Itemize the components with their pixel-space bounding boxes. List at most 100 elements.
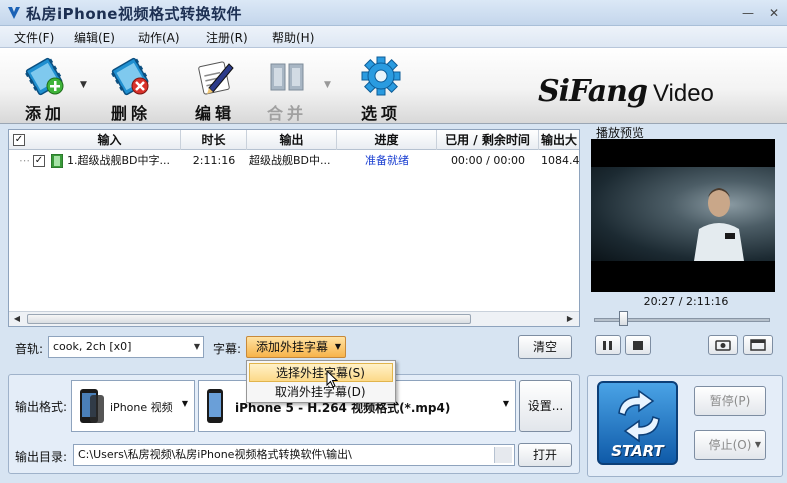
- iphone5-icon: [207, 389, 223, 423]
- scroll-thumb[interactable]: [27, 314, 471, 324]
- col-progress[interactable]: 进度: [337, 130, 437, 150]
- row-checkbox[interactable]: ✓: [33, 155, 45, 167]
- toolbar: 添加 ▼ 删除 编辑 合并 ▼ 选项 SiFang Video: [0, 48, 787, 124]
- minimize-button[interactable]: —: [741, 6, 755, 20]
- video-preview: [591, 139, 775, 292]
- row-input-name: 1.超级战舰BD中字...: [67, 154, 171, 167]
- stop-button[interactable]: 停止(O) ▼: [694, 430, 766, 460]
- pause-icon: [603, 341, 612, 350]
- chevron-down-icon: ▼: [181, 399, 188, 408]
- start-label: START: [611, 442, 664, 460]
- menu-edit[interactable]: 编辑(E): [74, 29, 115, 46]
- add-label: 添加: [24, 104, 65, 123]
- chevron-down-icon: ▼: [193, 342, 200, 351]
- close-button[interactable]: ✕: [767, 6, 781, 20]
- menu-register[interactable]: 注册(R): [206, 29, 248, 46]
- stop-preview-button[interactable]: [625, 335, 651, 355]
- header-select-all[interactable]: ✓: [9, 130, 39, 150]
- row-time: 00:00 / 00:00: [450, 154, 526, 167]
- mouse-cursor-icon: [326, 370, 338, 388]
- menu-file[interactable]: 文件(F): [14, 29, 54, 46]
- window-title: 私房iPhone视频格式转换软件: [26, 5, 242, 23]
- snapshot-button[interactable]: [708, 335, 738, 355]
- add-subtitle-label: 添加外挂字幕: [256, 340, 329, 354]
- horizontal-scrollbar[interactable]: ◀ ▶: [9, 311, 579, 326]
- stop-dropdown-icon: ▼: [754, 440, 761, 449]
- row-progress-status: 准备就绪: [365, 154, 409, 167]
- options-button[interactable]: 选项: [346, 52, 416, 123]
- audio-track-value: cook, 2ch [x0]: [53, 340, 132, 353]
- audio-track-select[interactable]: cook, 2ch [x0] ▼: [48, 336, 204, 358]
- pause-preview-button[interactable]: [595, 335, 621, 355]
- options-label: 选项: [360, 104, 401, 123]
- title-bar: 私房iPhone视频格式转换软件 — ✕: [0, 0, 787, 26]
- merge-film-icon: [270, 63, 304, 91]
- clear-button[interactable]: 清空: [518, 335, 572, 359]
- fullscreen-icon: [750, 339, 766, 351]
- format-category-value: iPhone 视频: [110, 401, 173, 414]
- cancel-subtitle-item[interactable]: 取消外挂字幕(D): [249, 383, 393, 402]
- menu-help[interactable]: 帮助(H): [272, 29, 314, 46]
- col-input[interactable]: 输入: [39, 130, 181, 150]
- edit-button[interactable]: 编辑: [180, 52, 250, 123]
- table-row[interactable]: ⋯ ✓ 1.超级战舰BD中字... 2:11:16 超级战舰BD中... 准备就…: [9, 151, 579, 171]
- iphone-icon: [80, 389, 104, 423]
- browse-dir-icon[interactable]: [494, 447, 512, 463]
- convert-arrows-icon: [618, 389, 660, 443]
- scroll-left-icon[interactable]: ◀: [10, 313, 24, 325]
- video-frame: [591, 167, 775, 261]
- merge-label: 合并: [266, 104, 307, 123]
- format-category-select[interactable]: iPhone 视频 ▼: [71, 380, 195, 432]
- pause-label: 暂停(P): [709, 394, 751, 408]
- subtitle-dropdown-icon: ▼: [334, 342, 341, 351]
- select-subtitle-item[interactable]: 选择外挂字幕(S): [249, 363, 393, 382]
- video-person-figure: [694, 188, 744, 261]
- tree-dots: ⋯: [19, 154, 30, 167]
- fullscreen-button[interactable]: [743, 335, 773, 355]
- add-film-icon: [25, 57, 64, 96]
- menu-bar: 文件(F) 编辑(E) 动作(A) 注册(R) 帮助(H): [0, 26, 787, 48]
- gear-icon: [361, 56, 401, 96]
- seek-slider-thumb[interactable]: [618, 311, 628, 326]
- brand-logo: SiFang Video: [538, 74, 714, 109]
- subtitle-label: 字幕:: [213, 342, 242, 356]
- open-button[interactable]: 打开: [518, 443, 572, 467]
- settings-button[interactable]: 设置...: [519, 380, 572, 432]
- stop-icon: [633, 341, 643, 350]
- scroll-right-icon[interactable]: ▶: [563, 313, 577, 325]
- col-output[interactable]: 输出: [247, 130, 337, 150]
- delete-button[interactable]: 删除: [96, 52, 166, 123]
- output-format-label: 输出格式:: [15, 400, 68, 414]
- video-file-icon: [51, 154, 63, 168]
- output-dir-label: 输出目录:: [15, 450, 68, 464]
- menu-action[interactable]: 动作(A): [138, 29, 180, 46]
- delete-label: 删除: [110, 104, 151, 123]
- brand-sub-text: Video: [652, 80, 714, 107]
- file-list[interactable]: ✓ 输入 时长 输出 进度 已用 / 剩余时间 输出大 ⋯ ✓ 1.超级战舰BD…: [8, 129, 580, 327]
- file-list-header: ✓ 输入 时长 输出 进度 已用 / 剩余时间 输出大: [9, 130, 579, 150]
- merge-dropdown-icon[interactable]: ▼: [324, 80, 331, 90]
- delete-film-icon: [111, 57, 149, 96]
- output-dir-input[interactable]: C:\Users\私房视频\私房iPhone视频格式转换软件\输出\: [73, 444, 515, 466]
- pause-button[interactable]: 暂停(P): [694, 386, 766, 416]
- playback-time: 20:27 / 2:11:16: [643, 295, 729, 308]
- start-button[interactable]: START: [597, 381, 678, 465]
- col-time[interactable]: 已用 / 剩余时间: [437, 130, 539, 150]
- add-button[interactable]: 添加: [10, 52, 80, 123]
- edit-label: 编辑: [194, 104, 235, 123]
- col-size[interactable]: 输出大: [539, 130, 579, 150]
- row-size: 1084.4: [541, 154, 579, 167]
- merge-button[interactable]: 合并: [252, 52, 322, 123]
- subtitle-dropdown-menu: 选择外挂字幕(S) 取消外挂字幕(D): [246, 360, 396, 403]
- brand-main-text: SiFang: [538, 74, 648, 109]
- camera-icon: [715, 340, 731, 351]
- add-dropdown-icon[interactable]: ▼: [80, 80, 87, 90]
- select-all-checkbox[interactable]: ✓: [13, 134, 25, 146]
- audio-label: 音轨:: [15, 342, 44, 356]
- output-dir-value: C:\Users\私房视频\私房iPhone视频格式转换软件\输出\: [78, 448, 352, 461]
- row-duration: 2:11:16: [192, 154, 236, 167]
- chevron-down-icon: ▼: [502, 399, 509, 408]
- col-duration[interactable]: 时长: [181, 130, 247, 150]
- add-subtitle-button[interactable]: 添加外挂字幕 ▼: [246, 336, 346, 358]
- row-output-name: 超级战舰BD中...: [249, 154, 331, 167]
